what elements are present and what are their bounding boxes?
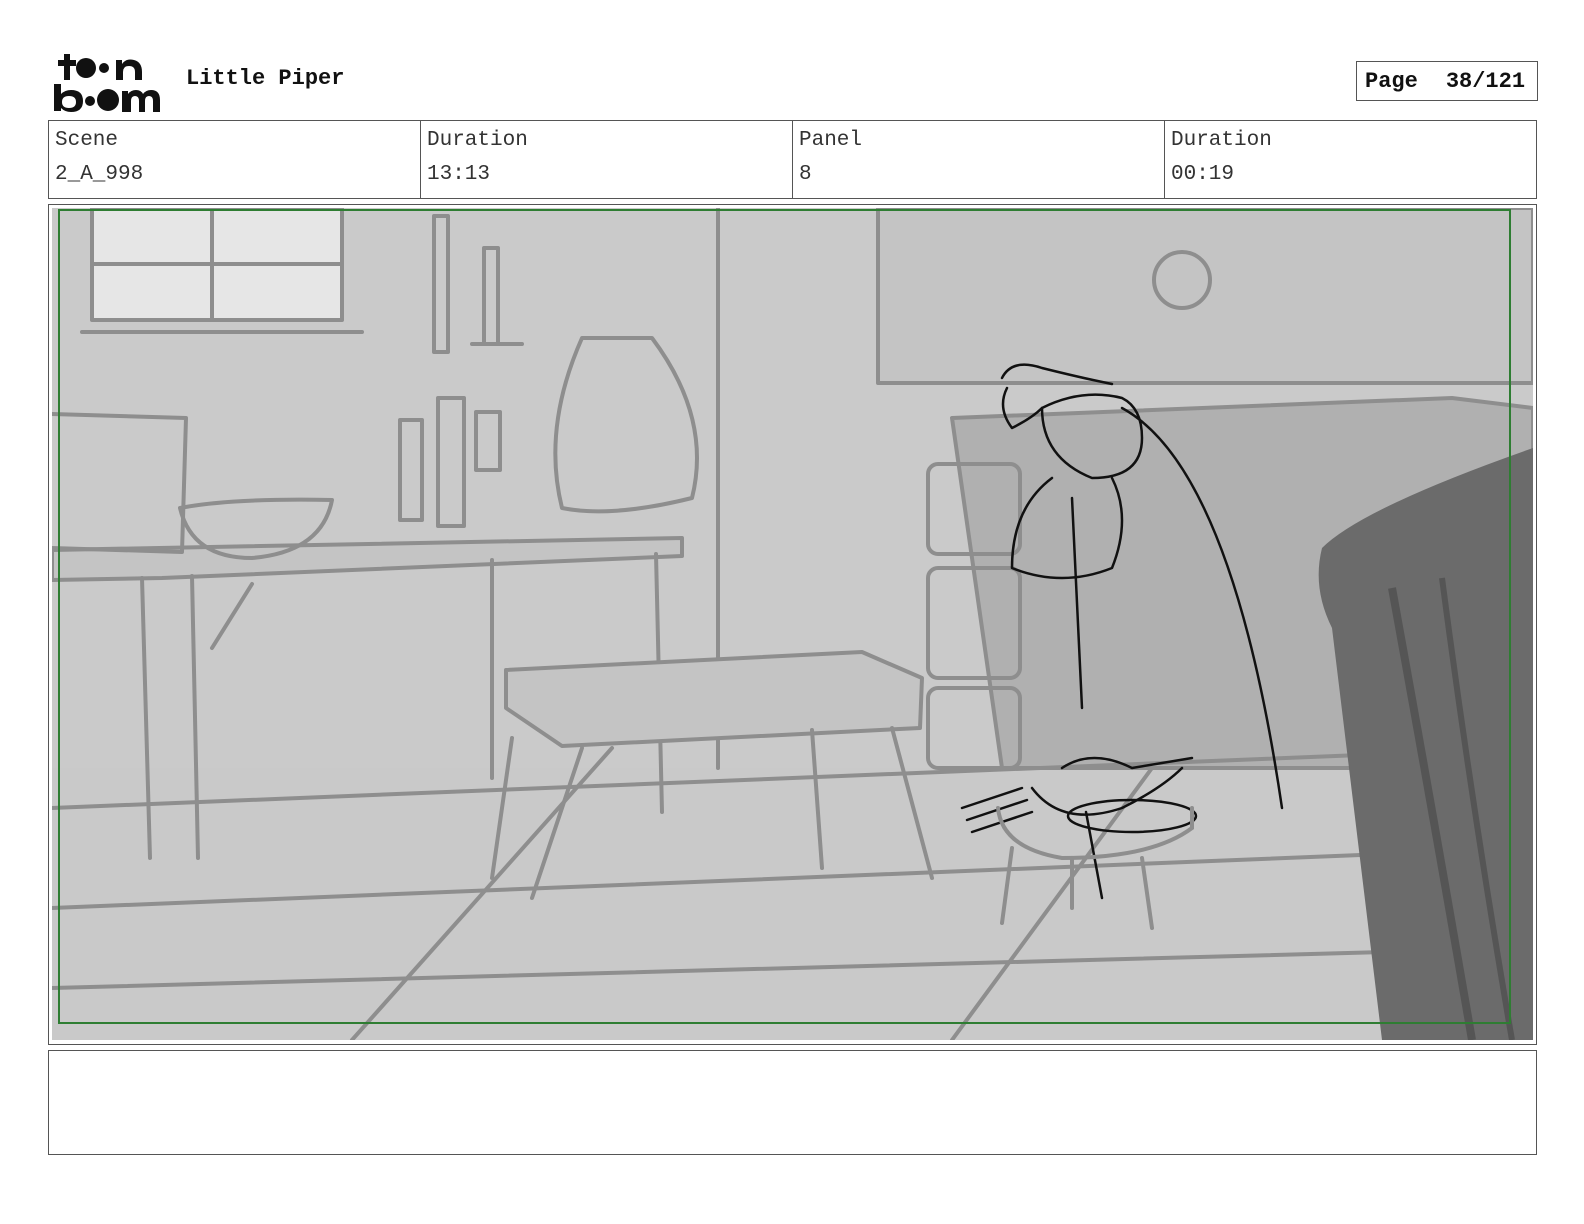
scene-info-table: Scene 2_A_998 Duration 13:13 Panel 8 Dur… [48, 120, 1537, 199]
panel-duration-cell: Duration 00:19 [1165, 121, 1536, 198]
page-number: 38/121 [1445, 68, 1526, 94]
scene-heading: Scene [55, 129, 119, 152]
panel-heading: Panel [799, 129, 863, 152]
panel-cell: Panel 8 [793, 121, 1165, 198]
scene-value: 2_A_998 [55, 163, 144, 186]
panel-duration-value: 00:19 [1171, 163, 1235, 186]
toon-boom-logo [54, 54, 160, 112]
panel-value: 8 [799, 163, 812, 186]
scene-duration-heading: Duration [427, 129, 528, 152]
project-title: Little Piper [186, 66, 345, 91]
page-indicator: Page 38/121 [1356, 61, 1538, 101]
storyboard-panel-image [52, 208, 1533, 1040]
scene-duration-cell: Duration 13:13 [421, 121, 793, 198]
scene-duration-value: 13:13 [427, 163, 491, 186]
dialogue-notes-box [48, 1050, 1537, 1155]
panel-duration-heading: Duration [1171, 129, 1272, 152]
scene-cell: Scene 2_A_998 [49, 121, 421, 198]
page-label: Page [1365, 68, 1418, 94]
